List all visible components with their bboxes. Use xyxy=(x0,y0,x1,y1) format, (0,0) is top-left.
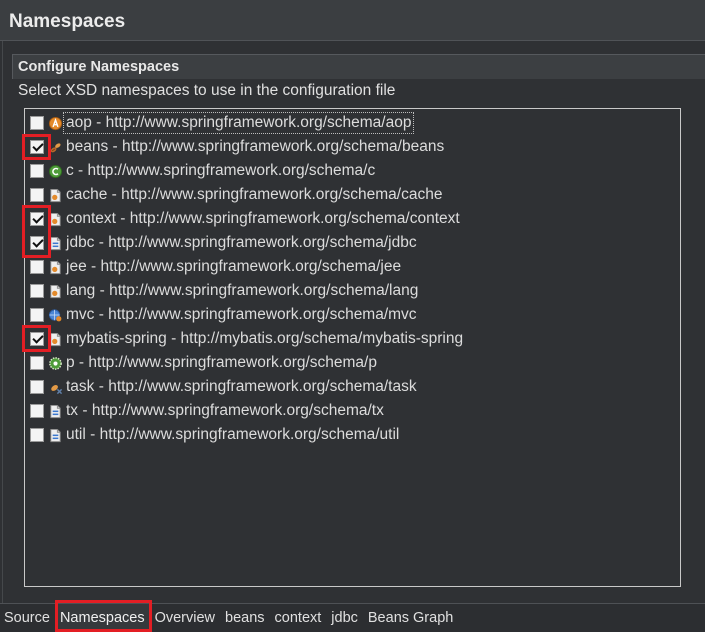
namespace-item-cache[interactable]: cache - http://www.springframework.org/s… xyxy=(25,183,680,207)
aop-namespace-icon xyxy=(48,116,63,131)
c-namespace-icon xyxy=(48,164,63,179)
util-namespace-icon xyxy=(48,428,63,443)
namespace-label: context - http://www.springframework.org… xyxy=(66,210,460,227)
namespace-label: task - http://www.springframework.org/sc… xyxy=(66,378,417,395)
c-checkbox[interactable] xyxy=(30,164,44,178)
tab-overview[interactable]: Overview xyxy=(150,604,220,632)
namespace-label: lang - http://www.springframework.org/sc… xyxy=(66,282,419,299)
namespace-item-task[interactable]: task - http://www.springframework.org/sc… xyxy=(25,375,680,399)
namespace-item-aop[interactable]: aop - http://www.springframework.org/sch… xyxy=(25,111,680,135)
namespace-item-jee[interactable]: jee - http://www.springframework.org/sch… xyxy=(25,255,680,279)
lang-checkbox[interactable] xyxy=(30,284,44,298)
jdbc-checkbox[interactable] xyxy=(30,236,44,250)
jee-checkbox[interactable] xyxy=(30,260,44,274)
cache-namespace-icon xyxy=(48,188,63,203)
namespace-label: util - http://www.springframework.org/sc… xyxy=(66,426,400,443)
beans-namespace-icon xyxy=(48,140,63,155)
jee-namespace-icon xyxy=(48,260,63,275)
beans-checkbox[interactable] xyxy=(30,140,44,154)
namespace-item-p[interactable]: p - http://www.springframework.org/schem… xyxy=(25,351,680,375)
context-checkbox[interactable] xyxy=(30,212,44,226)
mvc-checkbox[interactable] xyxy=(30,308,44,322)
namespace-label: jee - http://www.springframework.org/sch… xyxy=(66,258,402,275)
aop-checkbox[interactable] xyxy=(30,116,44,130)
lang-namespace-icon xyxy=(48,284,63,299)
namespace-label: mvc - http://www.springframework.org/sch… xyxy=(66,306,417,323)
task-namespace-icon xyxy=(48,380,63,395)
tab-beans[interactable]: beans xyxy=(220,604,270,632)
tx-namespace-icon xyxy=(48,404,63,419)
page-title: Namespaces xyxy=(9,11,126,32)
namespace-label: aop - http://www.springframework.org/sch… xyxy=(63,112,415,134)
namespace-label: jdbc - http://www.springframework.org/sc… xyxy=(66,234,417,251)
namespace-item-jdbc[interactable]: jdbc - http://www.springframework.org/sc… xyxy=(25,231,680,255)
namespace-label: beans - http://www.springframework.org/s… xyxy=(66,138,445,155)
section-title: Configure Namespaces xyxy=(18,59,180,75)
namespace-label: p - http://www.springframework.org/schem… xyxy=(66,354,377,371)
mybatis-spring-checkbox[interactable] xyxy=(30,332,44,346)
namespace-item-lang[interactable]: lang - http://www.springframework.org/sc… xyxy=(25,279,680,303)
namespace-label: tx - http://www.springframework.org/sche… xyxy=(66,402,384,419)
p-namespace-icon xyxy=(48,356,63,371)
tab-jdbc[interactable]: jdbc xyxy=(326,604,363,632)
form-header: Namespaces xyxy=(0,0,705,41)
jdbc-namespace-icon xyxy=(48,236,63,251)
tab-namespaces[interactable]: Namespaces xyxy=(54,604,150,632)
namespace-list[interactable]: aop - http://www.springframework.org/sch… xyxy=(24,108,681,587)
namespace-label: mybatis-spring - http://mybatis.org/sche… xyxy=(66,330,464,347)
task-checkbox[interactable] xyxy=(30,380,44,394)
namespace-label: cache - http://www.springframework.org/s… xyxy=(66,186,443,203)
tx-checkbox[interactable] xyxy=(30,404,44,418)
mvc-namespace-icon xyxy=(48,308,63,323)
section-description: Select XSD namespaces to use in the conf… xyxy=(18,82,396,99)
tab-beans-graph[interactable]: Beans Graph xyxy=(363,604,458,632)
namespace-item-util[interactable]: util - http://www.springframework.org/sc… xyxy=(25,423,680,447)
editor-tab-bar: Source Namespaces Overview beans context… xyxy=(0,603,705,632)
p-checkbox[interactable] xyxy=(30,356,44,370)
cache-checkbox[interactable] xyxy=(30,188,44,202)
context-namespace-icon xyxy=(48,212,63,227)
tab-source[interactable]: Source xyxy=(0,604,55,632)
left-border xyxy=(2,41,3,603)
namespace-label: c - http://www.springframework.org/schem… xyxy=(66,162,376,179)
namespace-item-mvc[interactable]: mvc - http://www.springframework.org/sch… xyxy=(25,303,680,327)
tab-context[interactable]: context xyxy=(270,604,327,632)
namespace-item-tx[interactable]: tx - http://www.springframework.org/sche… xyxy=(25,399,680,423)
section-header[interactable]: Configure Namespaces xyxy=(12,54,705,79)
namespace-item-beans[interactable]: beans - http://www.springframework.org/s… xyxy=(25,135,680,159)
namespace-item-mybatis-spring[interactable]: mybatis-spring - http://mybatis.org/sche… xyxy=(25,327,680,351)
mybatis-spring-namespace-icon xyxy=(48,332,63,347)
namespace-item-c[interactable]: c - http://www.springframework.org/schem… xyxy=(25,159,680,183)
util-checkbox[interactable] xyxy=(30,428,44,442)
namespace-item-context[interactable]: context - http://www.springframework.org… xyxy=(25,207,680,231)
